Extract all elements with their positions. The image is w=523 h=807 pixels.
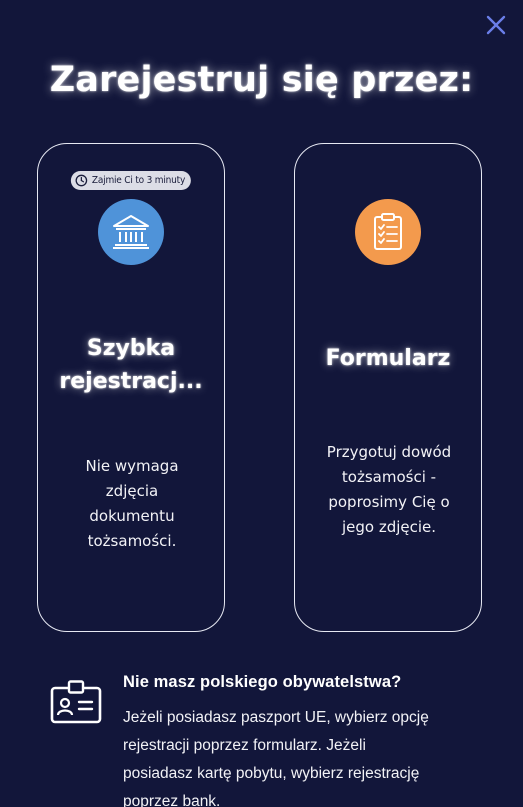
card-description-line: zdjęcia bbox=[105, 482, 159, 500]
info-text-line: Jeżeli posiadasz paszport UE, wybierz op… bbox=[123, 709, 429, 726]
card-title: Szybka rejestracj... bbox=[38, 332, 224, 398]
card-description-line: jego zdjęcie. bbox=[341, 518, 437, 536]
time-badge: Zajmie Ci to 3 minuty bbox=[70, 171, 192, 190]
card-description-line: poprosimy Cię o bbox=[328, 493, 450, 511]
card-title: Formularz bbox=[325, 346, 451, 371]
card-description-line: dokumentu bbox=[89, 507, 175, 525]
card-description: Nie wymaga zdjęcia dokumentu tożsamości. bbox=[48, 454, 216, 554]
form-registration-card[interactable]: Formularz Przygotuj dowód tożsamości - p… bbox=[294, 143, 482, 632]
card-description-line: tożsamości. bbox=[87, 532, 177, 550]
card-title-line: Szybka bbox=[86, 336, 176, 361]
close-icon[interactable] bbox=[483, 12, 509, 38]
card-description-line: Przygotuj dowód bbox=[326, 443, 452, 461]
bank-icon bbox=[98, 199, 164, 265]
info-text-line: poprzez bank. bbox=[123, 793, 221, 807]
info-text-line: rejestracji poprzez formularz. Jeżeli bbox=[123, 737, 366, 754]
clipboard-checklist-icon bbox=[355, 199, 421, 265]
info-text: Jeżeli posiadasz paszport UE, wybierz op… bbox=[123, 704, 503, 807]
info-text-line: posiadasz kartę pobytu, wybierz rejestra… bbox=[123, 765, 420, 782]
time-badge-label: Zajmie Ci to 3 minuty bbox=[91, 175, 186, 186]
page-title: Zarejestruj się przez: bbox=[49, 60, 474, 100]
card-description: Przygotuj dowód tożsamości - poprosimy C… bbox=[305, 440, 473, 540]
clock-icon bbox=[75, 174, 88, 187]
bank-registration-card[interactable]: Zajmie Ci to 3 minuty Szybka rejestracj.… bbox=[37, 143, 225, 632]
card-description-line: tożsamości - bbox=[341, 468, 437, 486]
card-title-line: rejestracj... bbox=[59, 369, 203, 394]
registration-modal: Zarejestruj się przez: Zajmie Ci to 3 mi… bbox=[0, 0, 523, 807]
info-title: Nie masz polskiego obywatelstwa? bbox=[123, 673, 402, 691]
card-description-line: Nie wymaga bbox=[85, 457, 179, 475]
id-badge-icon bbox=[50, 680, 104, 724]
